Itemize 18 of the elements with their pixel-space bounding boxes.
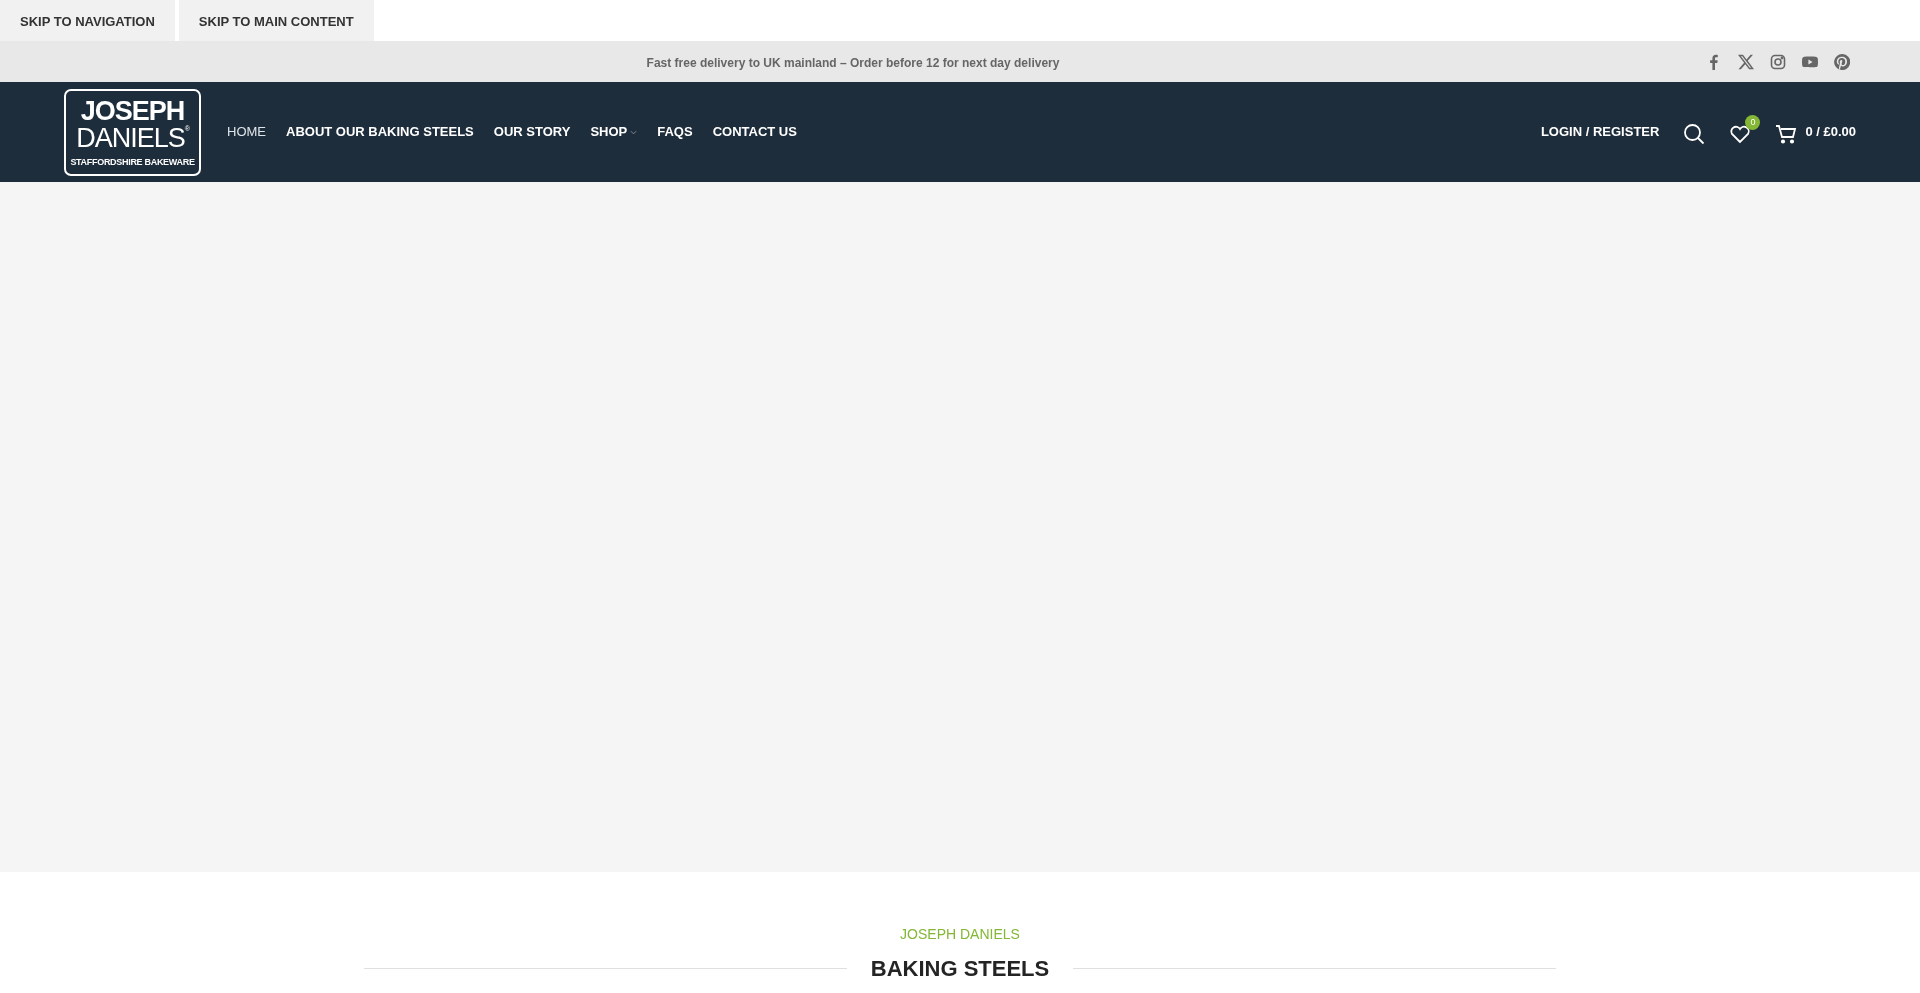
login-link[interactable]: LOGIN / REGISTER: [1540, 122, 1660, 142]
nav-link[interactable]: CONTACT US: [702, 122, 807, 142]
delivery-message: Fast free delivery to UK mainland – Order before 12 for next day delivery: [646, 55, 1060, 70]
nav-link[interactable]: ABOUT OUR BAKING STEELS: [276, 122, 484, 142]
search-icon[interactable]: [1683, 121, 1706, 143]
section-subtitle: JOSEPH DANIELS: [900, 925, 1020, 944]
nav-link[interactable]: HOME: [217, 122, 276, 142]
wishlist-count: 0: [1745, 115, 1761, 130]
x-icon[interactable]: [1738, 53, 1754, 70]
instagram-icon[interactable]: [1770, 53, 1786, 70]
cart-total[interactable]: 0 / £0.00: [1805, 122, 1856, 142]
nav-link[interactable]: FAQS: [647, 122, 703, 142]
section-title: BAKING STEELS: [869, 955, 1051, 983]
nav-link[interactable]: SHOP: [580, 122, 648, 142]
skip-link[interactable]: SKIP TO NAVIGATION: [0, 0, 175, 41]
nav-link[interactable]: OUR STORY: [483, 122, 581, 142]
skip-link[interactable]: SKIP TO MAIN CONTENT: [178, 0, 374, 41]
pinterest-icon[interactable]: [1834, 53, 1850, 70]
